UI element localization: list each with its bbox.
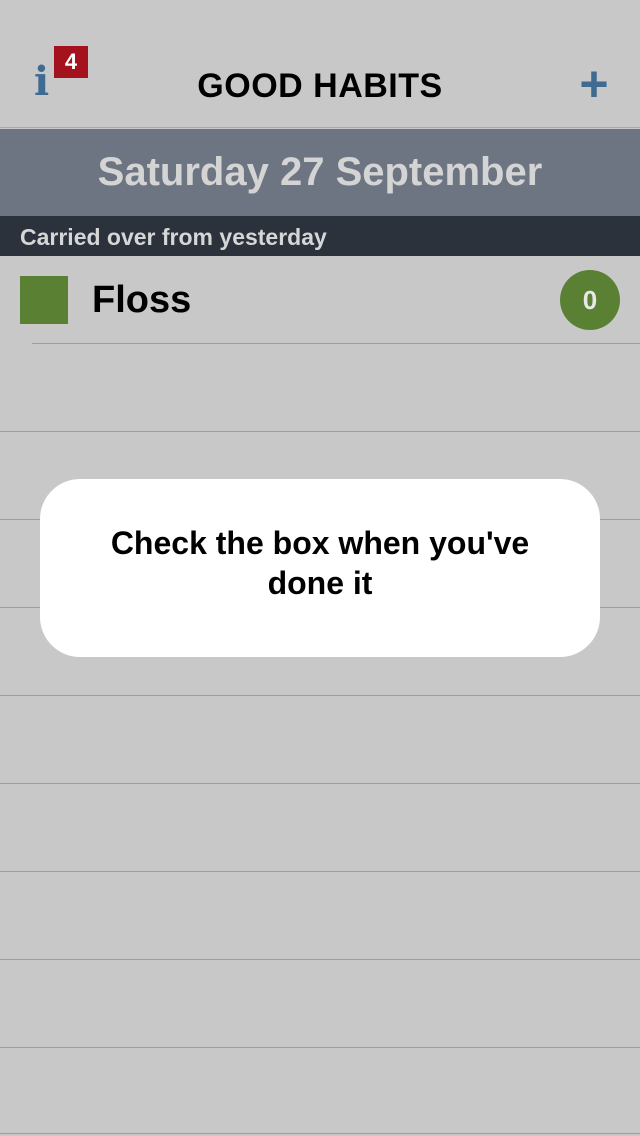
app-screen: i 4 GOOD HABITS + Saturday 27 September …	[0, 0, 640, 1136]
section-title: Carried over from yesterday	[20, 224, 327, 250]
row-divider	[32, 343, 640, 344]
add-habit-button[interactable]: +	[572, 59, 616, 109]
section-header: Carried over from yesterday	[0, 216, 640, 256]
habit-row[interactable]: Floss 0	[0, 256, 640, 344]
date-band: Saturday 27 September	[0, 129, 640, 216]
list-divider	[0, 431, 640, 432]
list-divider	[0, 783, 640, 784]
habit-checkbox[interactable]	[20, 276, 68, 324]
app-title: GOOD HABITS	[197, 67, 443, 105]
list-divider	[0, 1047, 640, 1048]
habit-count-badge: 0	[560, 270, 620, 330]
list-divider	[0, 695, 640, 696]
list-divider	[0, 871, 640, 872]
plus-icon[interactable]: +	[579, 56, 608, 112]
list-divider	[0, 959, 640, 960]
nav-bar: i 4 GOOD HABITS +	[0, 0, 640, 128]
date-title: Saturday 27 September	[97, 150, 543, 194]
hint-tooltip[interactable]: Check the box when you've done it	[40, 479, 600, 657]
hint-text: Check the box when you've done it	[110, 525, 530, 601]
list-divider	[0, 1133, 640, 1134]
habit-name: Floss	[92, 279, 192, 321]
